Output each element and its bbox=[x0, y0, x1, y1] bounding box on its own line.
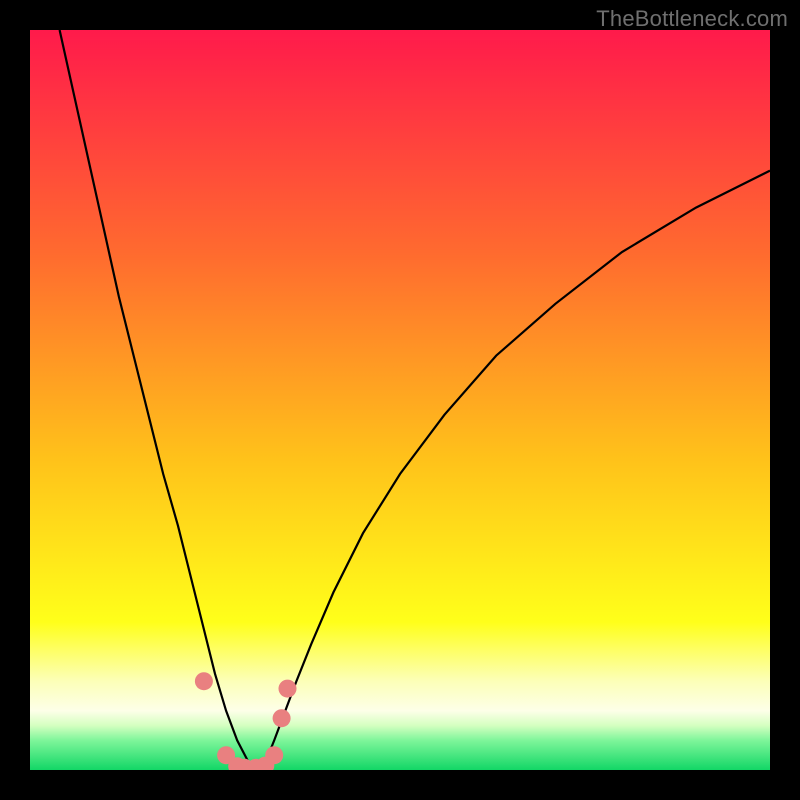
chart-svg bbox=[30, 30, 770, 770]
data-marker bbox=[195, 672, 213, 690]
chart-frame bbox=[30, 30, 770, 770]
data-marker bbox=[273, 709, 291, 727]
gradient-background bbox=[30, 30, 770, 770]
data-marker bbox=[265, 746, 283, 764]
watermark-text: TheBottleneck.com bbox=[596, 6, 788, 32]
data-marker bbox=[279, 680, 297, 698]
